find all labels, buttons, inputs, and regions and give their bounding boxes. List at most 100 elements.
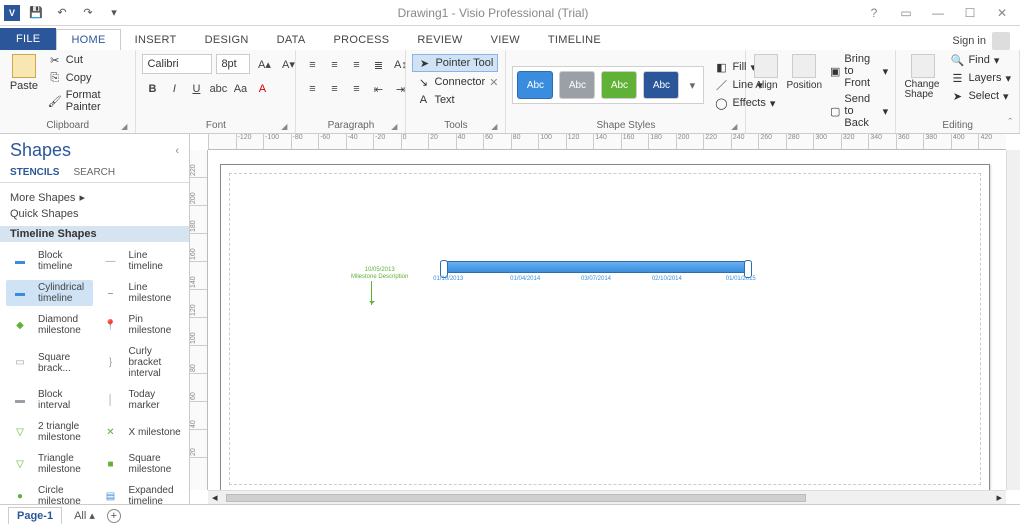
shape-item[interactable]: ▬Block timeline [6,248,93,274]
tools-launcher-icon[interactable]: ◢ [491,122,497,131]
tab-timeline[interactable]: TIMELINE [534,30,615,50]
tab-review[interactable]: REVIEW [403,30,476,50]
select-button[interactable]: ➤Select ▾ [948,88,1013,104]
align-middle-icon[interactable]: ≡ [324,56,344,74]
maximize-icon[interactable]: ☐ [958,3,982,23]
tab-process[interactable]: PROCESS [319,30,403,50]
font-size-combo[interactable]: 8pt [216,54,250,74]
shape-item[interactable]: ▬Cylindrical timeline [6,280,93,306]
shape-item[interactable]: │Today marker [97,387,184,413]
pages-all-button[interactable]: All ▴ [68,509,101,522]
bullets-icon[interactable]: ≣ [368,56,388,74]
shape-item[interactable]: ⎯Line milestone [97,280,184,306]
shrink-font-icon[interactable]: A▾ [278,55,298,73]
text-tool-button[interactable]: AText [412,92,458,108]
minimize-icon[interactable]: — [926,3,950,23]
shape-item[interactable]: —Line timeline [97,248,184,274]
change-shape-button[interactable]: Change Shape [902,52,944,102]
send-back-button[interactable]: ▢Send to Back ▾ [828,92,890,130]
paste-button[interactable]: Paste [6,52,42,94]
scrollbar-horizontal[interactable]: ◂ ▸ [208,490,1006,504]
close-icon[interactable]: ✕ [990,3,1014,23]
copy-button[interactable]: ⎘Copy [46,70,130,86]
underline-button[interactable]: U [186,80,206,98]
page-tab-1[interactable]: Page-1 [8,507,62,524]
shape-item[interactable]: ●Circle milestone [6,483,93,504]
sign-in-link[interactable]: Sign in [952,35,986,47]
shape-item[interactable]: ▤Expanded timeline [97,483,184,504]
shape-item[interactable]: ▽Triangle milestone [6,451,93,477]
indent-dec-icon[interactable]: ⇤ [368,80,388,98]
case-button[interactable]: Aa [230,80,250,98]
font-name-combo[interactable]: Calibri [142,54,212,74]
connector-tool-button[interactable]: ↘Connector ✕ [412,74,502,90]
bring-front-button[interactable]: ▣Bring to Front ▾ [828,52,890,90]
tab-home[interactable]: HOME [56,29,120,50]
tab-data[interactable]: DATA [263,30,320,50]
shape-styles-launcher-icon[interactable]: ◢ [731,122,737,131]
add-page-button[interactable]: + [101,509,127,523]
ribbon-collapse-icon[interactable]: ˆ [1008,117,1012,129]
bold-button[interactable]: B [142,80,162,98]
shapes-collapse-icon[interactable]: ‹ [175,145,179,157]
scroll-thumb[interactable] [226,494,806,502]
shape-item[interactable]: }Curly bracket interval [97,344,184,381]
style-darkblue[interactable]: Abc [643,71,679,99]
scrollbar-vertical[interactable] [1006,150,1020,490]
layers-button[interactable]: ☰Layers ▾ [948,70,1013,86]
canvas[interactable]: -120-100-80-60-40-2002040608010012014016… [190,134,1020,504]
scroll-right-icon[interactable]: ▸ [992,491,1006,504]
font-launcher-icon[interactable]: ◢ [281,122,287,131]
qat-more-icon[interactable]: ▾ [104,3,124,23]
tab-file[interactable]: FILE [0,28,56,50]
paragraph-launcher-icon[interactable]: ◢ [391,122,397,131]
align-left-icon[interactable]: ≡ [302,80,322,98]
cut-button[interactable]: ✂Cut [46,52,130,68]
save-icon[interactable]: 💾 [26,3,46,23]
ribbon-options-icon[interactable]: ▭ [894,3,918,23]
shape-item[interactable]: ■Square milestone [97,451,184,477]
quick-shapes-link[interactable]: Quick Shapes [10,206,179,222]
style-gallery[interactable]: Abc Abc Abc Abc ▾ [512,66,704,104]
shape-item[interactable]: ▬Block interval [6,387,93,413]
align-right-icon[interactable]: ≡ [346,80,366,98]
scroll-left-icon[interactable]: ◂ [208,491,222,504]
italic-button[interactable]: I [164,80,184,98]
tab-insert[interactable]: INSERT [121,30,191,50]
avatar[interactable] [992,32,1010,50]
shape-item[interactable]: ▭Square brack... [6,344,93,381]
style-blue[interactable]: Abc [517,71,553,99]
active-stencil[interactable]: Timeline Shapes [0,226,189,242]
tab-view[interactable]: VIEW [477,30,534,50]
shape-item[interactable]: ✕X milestone [97,419,184,445]
strike-button[interactable]: abc [208,80,228,98]
shape-item[interactable]: ▽2 triangle milestone [6,419,93,445]
redo-icon[interactable]: ↷ [78,3,98,23]
undo-icon[interactable]: ↶ [52,3,72,23]
position-button[interactable]: Position [784,52,824,93]
pointer-tool-button[interactable]: ➤Pointer Tool [412,54,498,72]
tab-search[interactable]: SEARCH [73,167,115,178]
shape-item[interactable]: 📍Pin milestone [97,312,184,338]
grow-font-icon[interactable]: A▴ [254,55,274,73]
align-bottom-icon[interactable]: ≡ [346,56,366,74]
align-button[interactable]: Align [752,52,780,93]
style-green[interactable]: Abc [601,71,637,99]
style-gray[interactable]: Abc [559,71,595,99]
font-color-button[interactable]: A [252,80,272,98]
shape-item[interactable]: ◆Diamond milestone [6,312,93,338]
drawing-page[interactable]: 10/05/2013 Milestone Description 01/10/2… [220,164,990,494]
more-shapes-link[interactable]: More Shapes ▸ [10,189,179,206]
format-painter-button[interactable]: 🖌Format Painter [46,88,130,114]
align-center-icon[interactable]: ≡ [324,80,344,98]
tab-design[interactable]: DESIGN [191,30,263,50]
help-icon[interactable]: ? [862,3,886,23]
style-more-icon[interactable]: ▾ [685,79,699,92]
cylindrical-timeline-shape[interactable]: 01/10/2013 01/04/2014 03/07/2014 02/10/2… [441,261,751,273]
connector-x-icon[interactable]: ✕ [489,76,498,89]
find-button[interactable]: 🔍Find ▾ [948,52,1013,68]
shape-glyph-icon: │ [99,393,123,407]
align-top-icon[interactable]: ≡ [302,56,322,74]
tab-stencils[interactable]: STENCILS [10,167,59,178]
clipboard-launcher-icon[interactable]: ◢ [121,122,127,131]
